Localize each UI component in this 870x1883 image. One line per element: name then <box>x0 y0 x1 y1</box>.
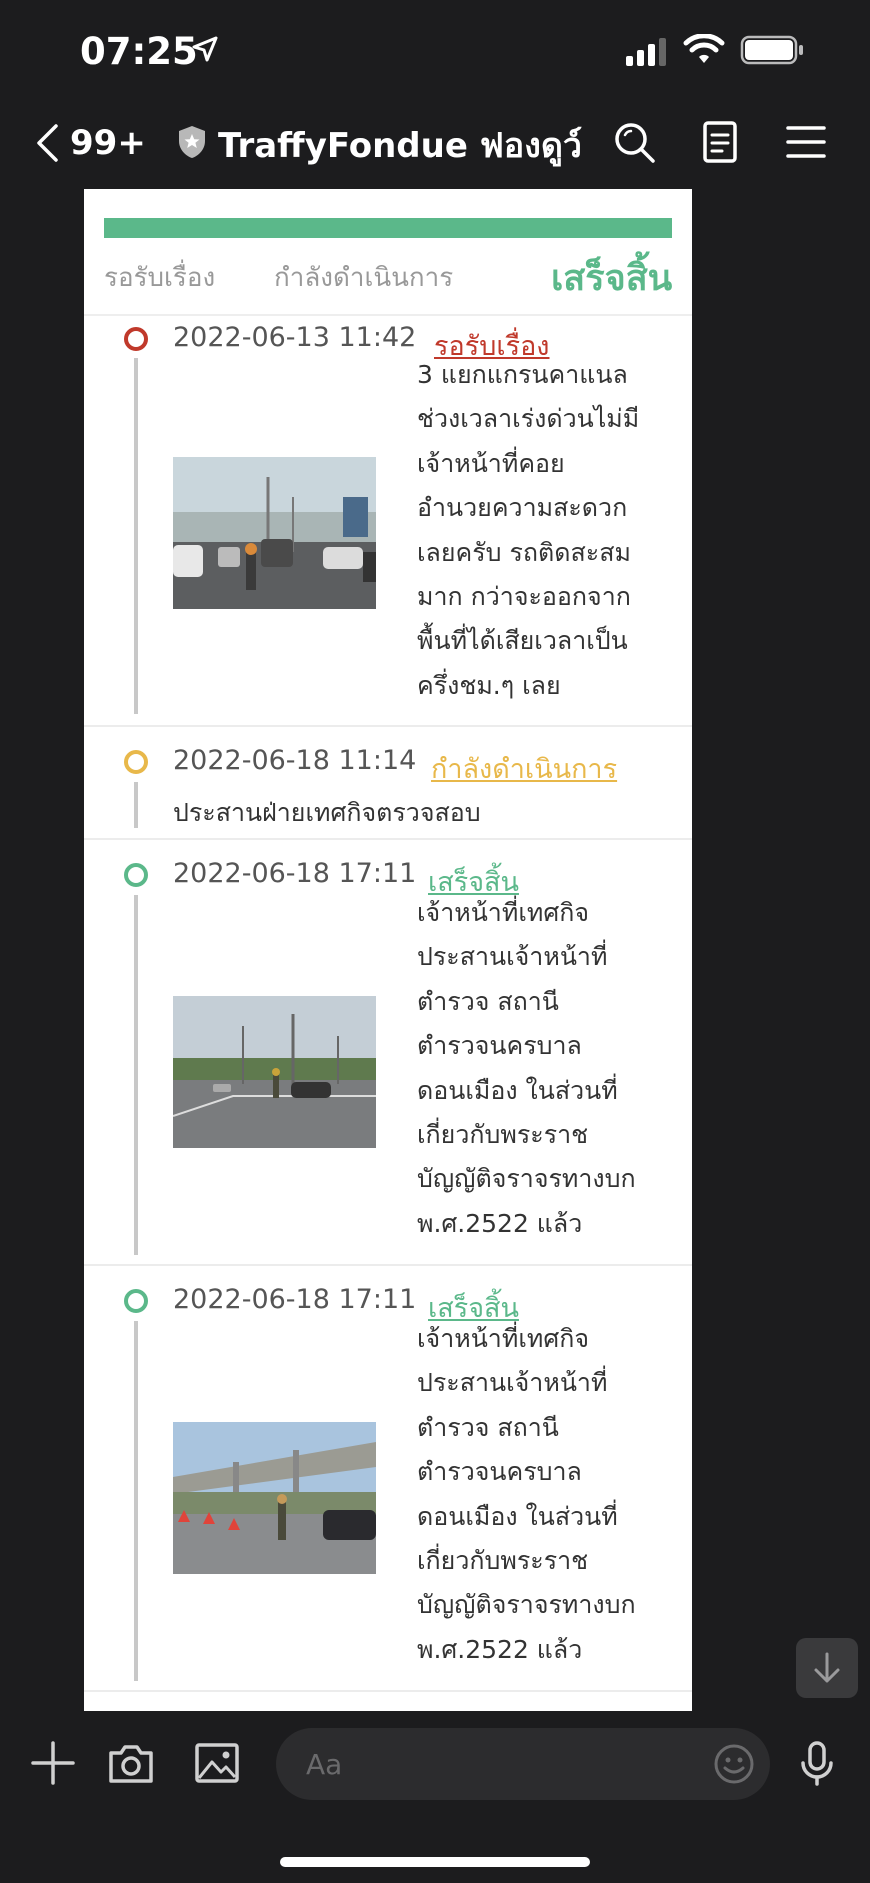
description-line: ดอนเมือง ในส่วนที่ <box>417 1501 618 1531</box>
scroll-to-bottom-button[interactable] <box>796 1638 858 1698</box>
step-in-progress: กำลังดำเนินการ <box>274 263 454 293</box>
entry-description: เจ้าหน้าที่เทศกิจประสานเจ้าหน้าที่ตำรวจ … <box>417 891 682 1246</box>
timeline-line <box>134 782 138 828</box>
entry-description: 3 แยกแกรนคาแนลช่วงเวลาเร่งด่วนไม่มีเจ้าห… <box>417 353 682 708</box>
arrow-down-icon <box>814 1652 840 1683</box>
signal-icon <box>626 38 666 66</box>
message-placeholder: Aa <box>306 1748 343 1781</box>
description-line: เลยครับ รถติดสะสม <box>417 537 631 567</box>
menu-icon[interactable] <box>782 118 830 166</box>
entry-description: ประสานฝ่ายเทศกิจตรวจสอบ <box>173 798 481 827</box>
back-button[interactable]: 99+ <box>34 118 146 168</box>
camera-icon[interactable] <box>106 1738 156 1788</box>
entry-status[interactable]: กำลังดำเนินการ <box>431 747 617 790</box>
description-line: เจ้าหน้าที่เทศกิจ <box>417 898 589 927</box>
description-line: ประสานเจ้าหน้าที่ <box>417 1368 608 1398</box>
timeline-entry: 2022-06-13 11:42 รอรับเรื่อง 3 แยกแกรนคา… <box>84 316 692 727</box>
status-dot <box>124 1289 148 1313</box>
entry-timestamp: 2022-06-18 17:11 <box>173 1284 417 1315</box>
unread-count: 99+ <box>70 123 146 163</box>
battery-icon <box>740 35 803 65</box>
status-dot <box>124 863 148 887</box>
progress-fill <box>104 218 672 238</box>
report-photo[interactable] <box>173 996 376 1148</box>
description-line: 3 แยกแกรนคาแนล <box>417 360 628 389</box>
entry-timestamp: 2022-06-18 17:11 <box>173 858 417 889</box>
verified-shield-icon <box>179 126 205 158</box>
description-line: ช่วงเวลาเร่งด่วนไม่มี <box>417 404 640 434</box>
image-icon[interactable] <box>192 1738 242 1788</box>
description-line: ครึ่งชม.ๆ เลย <box>417 670 561 700</box>
plus-icon[interactable] <box>28 1738 78 1788</box>
timeline-line <box>134 895 138 1255</box>
emoji-icon[interactable] <box>712 1742 756 1786</box>
description-line: พื้นที่ได้เสียเวลาเป็น <box>417 626 628 656</box>
description-line: เกี่ยวกับพระราช <box>417 1120 589 1150</box>
chevron-left-icon <box>37 124 58 162</box>
timeline-line <box>134 358 138 714</box>
entry-description: เจ้าหน้าที่เทศกิจประสานเจ้าหน้าที่ตำรวจ … <box>417 1317 682 1672</box>
description-line: พ.ศ.2522 แล้ว <box>417 1634 583 1664</box>
description-line: ดอนเมือง ในส่วนที่ <box>417 1075 618 1105</box>
microphone-icon[interactable] <box>792 1738 842 1788</box>
entry-timestamp: 2022-06-13 11:42 <box>173 322 417 353</box>
description-line: มาก กว่าจะออกจาก <box>417 582 631 612</box>
search-icon[interactable] <box>610 118 658 166</box>
description-line: ตำรวจ สถานี <box>417 986 559 1016</box>
timeline-entry: 2022-06-18 11:14 กำลังดำเนินการ ประสานฝ่… <box>84 727 692 840</box>
timeline-line <box>134 1321 138 1681</box>
report-photo[interactable] <box>173 457 376 609</box>
step-received: รอรับเรื่อง <box>104 263 216 293</box>
description-line: ตำรวจ สถานี <box>417 1412 559 1442</box>
description-line: พ.ศ.2522 แล้ว <box>417 1208 583 1238</box>
description-line: ประสานเจ้าหน้าที่ <box>417 942 608 972</box>
chat-title[interactable]: TraffyFondue ฟองดูว์ <box>218 118 582 172</box>
notes-icon[interactable] <box>696 118 744 166</box>
progress-bar <box>104 218 672 238</box>
chat-header: 99+ TraffyFondue ฟองดูว์ <box>0 100 870 188</box>
description-line: ตำรวจนครบาล <box>417 1031 582 1061</box>
location-arrow-icon <box>192 36 218 62</box>
description-line: อำนวยความสะดวก <box>417 493 628 523</box>
report-status-card: รอรับเรื่อง กำลังดำเนินการ เสร็จสิ้น 202… <box>84 189 692 1711</box>
status-dot <box>124 327 148 351</box>
status-bar: 07:25 <box>0 0 870 100</box>
description-line: เจ้าหน้าที่เทศกิจ <box>417 1324 589 1353</box>
description-line: เกี่ยวกับพระราช <box>417 1546 589 1576</box>
status-dot <box>124 750 148 774</box>
step-done: เสร็จสิ้น <box>551 258 673 299</box>
description-line: บัญญัติจราจรทางบก <box>417 1590 636 1620</box>
home-indicator <box>280 1857 590 1867</box>
description-line: บัญญัติจราจรทางบก <box>417 1164 636 1194</box>
message-input[interactable]: Aa <box>276 1728 770 1800</box>
status-time: 07:25 <box>80 30 198 73</box>
description-line: ตำรวจนครบาล <box>417 1457 582 1487</box>
entry-timestamp: 2022-06-18 11:14 <box>173 745 417 776</box>
wifi-icon <box>683 34 725 63</box>
timeline-entry: 2022-06-18 17:11 เสร็จสิ้น เจ้าหน้าที่เท… <box>84 840 692 1266</box>
description-line: เจ้าหน้าที่คอย <box>417 448 565 478</box>
report-photo[interactable] <box>173 1422 376 1574</box>
timeline-entry: 2022-06-18 17:11 เสร็จสิ้น เจ้าหน้าที่เท… <box>84 1266 692 1692</box>
